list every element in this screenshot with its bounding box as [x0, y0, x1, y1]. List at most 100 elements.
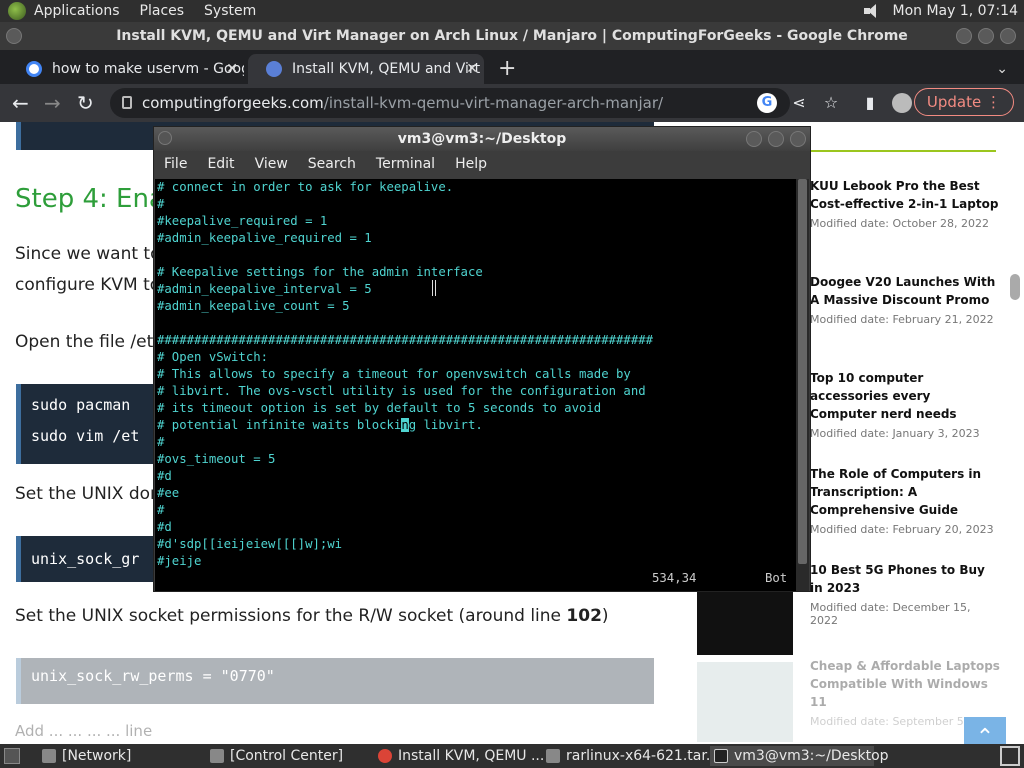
update-label: Update	[926, 93, 982, 111]
reload-icon[interactable]: ↻	[77, 84, 94, 122]
terminal-menu-edit[interactable]: Edit	[207, 156, 234, 172]
menu-system[interactable]: System	[204, 3, 256, 19]
article-date: Modified date: January 3, 2023	[810, 427, 980, 440]
terminal-icon	[714, 749, 728, 763]
tab-google-search[interactable]: how to make uservm - Google ✕	[8, 54, 244, 84]
article-title[interactable]: Doogee V20 Launches With A Massive Disco…	[810, 273, 1000, 309]
volume-icon[interactable]	[862, 3, 882, 19]
tab-close-icon[interactable]: ✕	[226, 54, 238, 84]
clock[interactable]: Mon May 1, 07:14	[892, 3, 1018, 19]
vim-status-line: 534,34 Bot	[155, 570, 795, 587]
workspace-icon[interactable]	[4, 748, 20, 764]
terminal-line: #admin_keepalive_interval = 5	[157, 282, 372, 296]
window-menu-icon[interactable]	[6, 28, 22, 44]
code-line: unix_sock_rw_perms = "0770"	[31, 667, 275, 685]
top-panel: Applications Places System Mon May 1, 07…	[0, 0, 1024, 22]
distro-logo-icon[interactable]	[8, 2, 26, 20]
forward-arrow-icon[interactable]: →	[44, 84, 61, 122]
terminal-line: #ovs_timeout = 5	[157, 452, 276, 466]
terminal-line: #d'sdp[[ieijeiew[[[]w];wi	[157, 537, 343, 551]
task-label: [Network]	[62, 748, 132, 764]
terminal-line: # This allows to specify a timeout for o…	[157, 367, 631, 381]
lock-icon[interactable]	[122, 96, 132, 109]
terminal-close-button[interactable]	[790, 131, 806, 147]
terminal-minimize-button[interactable]	[746, 131, 762, 147]
taskbar-item-chrome[interactable]: Install KVM, QEMU ...	[374, 746, 544, 766]
chrome-titlebar: Install KVM, QEMU and Virt Manager on Ar…	[0, 22, 1024, 50]
terminal-maximize-button[interactable]	[768, 131, 784, 147]
tab-search-chevron-icon[interactable]: ⌄	[996, 54, 1008, 84]
paragraph-rw-socket: Set the UNIX socket permissions for the …	[15, 606, 609, 626]
new-tab-button[interactable]: +	[498, 54, 516, 84]
terminal-titlebar: vm3@vm3:~/Desktop	[154, 127, 810, 151]
menu-applications[interactable]: Applications	[34, 3, 120, 19]
show-desktop-button[interactable]	[1000, 746, 1020, 766]
terminal-scrollbar-thumb[interactable]	[798, 179, 807, 564]
article-title[interactable]: 10 Best 5G Phones to Buy in 2023	[810, 561, 1000, 597]
page-scrollbar-thumb[interactable]	[1010, 274, 1020, 300]
taskbar-item-network[interactable]: [Network]	[38, 746, 198, 766]
scroll-to-top-button[interactable]: ⌃	[964, 717, 1006, 744]
window-menu-buttons	[6, 28, 22, 44]
terminal-menubar: File Edit View Search Terminal Help	[154, 151, 810, 177]
code-line: sudo vim /et	[31, 427, 140, 445]
site-favicon-icon	[266, 61, 282, 77]
menu-places[interactable]: Places	[140, 3, 185, 19]
laptop-thumbnail[interactable]	[697, 662, 793, 742]
tab-label: how to make uservm - Google	[52, 61, 244, 77]
bookmark-star-icon[interactable]: ☆	[821, 93, 841, 113]
terminal-line: #ee	[157, 486, 180, 500]
code-line: sudo pacman	[31, 396, 131, 414]
share-icon[interactable]: ⋖	[789, 93, 809, 113]
paragraph-line: configure KVM to	[15, 275, 161, 295]
taskbar-item-control-center[interactable]: [Control Center]	[206, 746, 366, 766]
back-arrow-icon[interactable]: ←	[12, 84, 29, 122]
taskbar-item-terminal[interactable]: vm3@vm3:~/Desktop	[710, 746, 889, 766]
terminal-menu-file[interactable]: File	[164, 156, 187, 172]
tab-install-kvm[interactable]: Install KVM, QEMU and Virt M ✕	[248, 54, 484, 84]
terminal-line: #	[157, 435, 165, 449]
control-center-icon	[210, 749, 224, 763]
terminal-menu-view[interactable]: View	[255, 156, 288, 172]
google-lens-icon[interactable]: G	[757, 93, 777, 113]
url-path: /install-kvm-qemu-virt-manager-arch-manj…	[323, 94, 664, 112]
terminal-line: #d	[157, 469, 172, 483]
terminal-menu-search[interactable]: Search	[308, 156, 356, 172]
sidebar-article[interactable]: 10 Best 5G Phones to Buy in 2023 Modifie…	[810, 561, 1000, 627]
sidebar-article[interactable]: The Role of Computers in Transcription: …	[810, 465, 1000, 536]
terminal-line: #keepalive_required = 1	[157, 214, 328, 228]
article-title[interactable]: Cheap & Affordable Laptops Compatible Wi…	[810, 657, 1000, 711]
task-label: rarlinux-x64-621.tar.gz	[566, 748, 727, 764]
task-label: vm3@vm3:~/Desktop	[734, 748, 889, 764]
tab-close-icon[interactable]: ✕	[466, 54, 478, 84]
terminal-menu-terminal[interactable]: Terminal	[376, 156, 435, 172]
side-panel-icon[interactable]: ▮	[860, 93, 880, 113]
terminal-text-area[interactable]: # connect in order to ask for keepalive.…	[155, 179, 797, 591]
sidebar-article[interactable]: Doogee V20 Launches With A Massive Disco…	[810, 273, 1000, 326]
text: g libvirt.	[408, 418, 483, 432]
close-window-button[interactable]	[1000, 28, 1016, 44]
update-button[interactable]: Update ⋮	[913, 88, 1014, 116]
sidebar-article[interactable]: Top 10 computer accessories every Comput…	[810, 369, 1000, 440]
address-bar[interactable]: computingforgeeks.com/install-kvm-qemu-v…	[110, 88, 790, 118]
article-title[interactable]: KUU Lebook Pro the Best Cost-effective 2…	[810, 177, 1000, 213]
sidebar-article[interactable]: KUU Lebook Pro the Best Cost-effective 2…	[810, 177, 1000, 230]
profile-avatar-icon[interactable]	[892, 93, 912, 113]
terminal-scrollbar[interactable]	[796, 179, 809, 591]
terminal-line: # connect in order to ask for keepalive.	[157, 180, 454, 194]
article-title[interactable]: The Role of Computers in Transcription: …	[810, 465, 1000, 519]
taskbar-item-archive[interactable]: rarlinux-x64-621.tar.gz	[542, 746, 727, 766]
terminal-menu-icon[interactable]	[158, 131, 172, 145]
article-title[interactable]: Top 10 computer accessories every Comput…	[810, 369, 1000, 423]
terminal-line: #admin_keepalive_required = 1	[157, 231, 372, 245]
chrome-icon	[378, 749, 392, 763]
terminal-line: ########################################…	[157, 333, 654, 347]
terminal-line: # Open vSwitch:	[157, 350, 269, 364]
terminal-line: #	[157, 197, 165, 211]
minimize-button[interactable]	[956, 28, 972, 44]
maximize-button[interactable]	[978, 28, 994, 44]
text: )	[601, 606, 609, 626]
terminal-line: # libvirt. The ovs-vsctl utility is used…	[157, 384, 646, 398]
terminal-menu-help[interactable]: Help	[455, 156, 487, 172]
